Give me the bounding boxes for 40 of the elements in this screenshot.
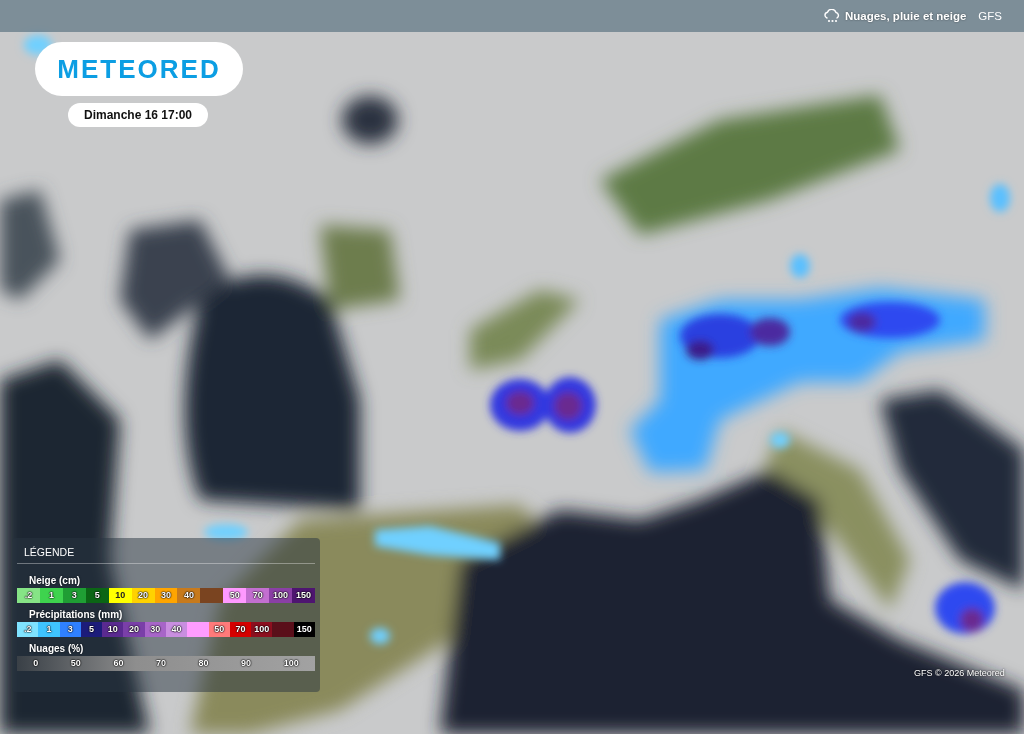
brand-logo: METEORED (35, 42, 243, 96)
legend-scale-title: Précipitations (mm) (28, 608, 124, 621)
legend-swatch: 100 (251, 622, 273, 637)
legend-swatch: .2 (17, 588, 40, 603)
legend-scale-title: Neige (cm) (28, 574, 82, 587)
legend-swatch: 1 (39, 588, 63, 603)
cloud-rain-icon (822, 9, 841, 23)
legend-swatch: 30 (144, 622, 166, 637)
layer-button[interactable]: Nuages, pluie et neige (822, 9, 967, 23)
legend-swatch: 10 (108, 588, 132, 603)
date-label: Dimanche 16 17:00 (68, 103, 208, 127)
legend-swatch: 20 (123, 622, 145, 637)
scale-tick-label: 80 (198, 657, 209, 670)
legend-swatch: 150 (293, 622, 315, 637)
legend-swatch: 70 (246, 588, 270, 603)
legend-swatch: 50 (208, 622, 230, 637)
scale-tick-label: 0 (33, 657, 39, 670)
legend-swatch: 30 (154, 588, 178, 603)
scale-tick-label: 60 (113, 657, 124, 670)
legend-swatch: 1 (38, 622, 60, 637)
credit-text: GFS © 2026 Meteored (914, 667, 1005, 679)
legend-swatch: 150 (292, 588, 315, 603)
scale-tick-label: 90 (241, 657, 252, 670)
legend-swatch: 100 (269, 588, 293, 603)
legend-swatch: 40 (177, 588, 201, 603)
legend-swatch: 50 (223, 588, 247, 603)
legend-swatch: 70 (229, 622, 252, 637)
legend-swatch: .2 (17, 622, 39, 637)
legend-swatch: 5 (80, 622, 103, 637)
scale-tick-label: 50 (70, 657, 81, 670)
legend-swatch: 20 (131, 588, 155, 603)
model-button[interactable]: GFS (978, 9, 1002, 23)
legend-swatch: 5 (85, 588, 109, 603)
legend-swatch: 40 (165, 622, 188, 637)
legend-title: LÉGENDE (23, 545, 76, 559)
scale-tick-label: 70 (155, 657, 166, 670)
legend-scale-title: Nuages (%) (28, 642, 85, 655)
legend-swatch: 3 (59, 622, 81, 637)
legend-swatch: 10 (102, 622, 124, 637)
legend-swatch: 3 (62, 588, 86, 603)
